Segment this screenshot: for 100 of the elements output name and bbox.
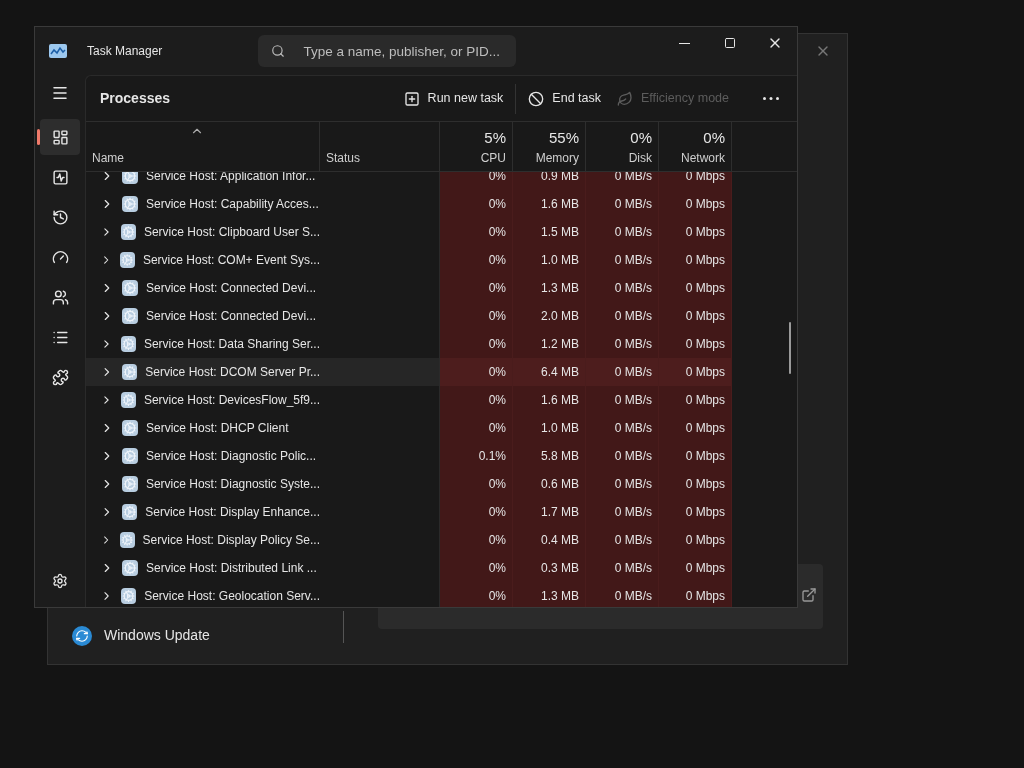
window-title: Task Manager	[87, 43, 163, 60]
process-row[interactable]: Service Host: Distributed Link ... 0% 0.3 MB 0 MB/s 0 Mbps	[86, 554, 732, 582]
gauge-icon	[51, 248, 69, 266]
table-cell: 0 MB/s	[586, 246, 659, 274]
process-row[interactable]: Service Host: DevicesFlow_5f9... 0% 1.6 MB 0 MB/s 0 Mbps	[86, 386, 732, 414]
table-cell: 0 MB/s	[586, 358, 659, 386]
ban-icon	[528, 90, 545, 107]
gear-icon	[122, 280, 138, 296]
external-link-icon[interactable]	[801, 587, 817, 603]
table-cell: 1.2 MB	[513, 330, 586, 358]
gear-icon	[121, 588, 137, 604]
process-name: Service Host: Data Sharing Ser...	[143, 336, 320, 353]
table-cell: 0 Mbps	[659, 470, 732, 498]
table-cell: 0 Mbps	[659, 172, 732, 190]
table-cell: 0 Mbps	[659, 498, 732, 526]
process-row[interactable]: Service Host: Capability Acces... 0% 1.6 MB 0 MB/s 0 Mbps	[86, 190, 732, 218]
process-name: Service Host: Capability Acces...	[146, 196, 319, 213]
table-cell: 1.0 MB	[513, 246, 586, 274]
table-cell: 2.0 MB	[513, 302, 586, 330]
process-row[interactable]: Service Host: Application Infor... 0% 0.9 MB 0 MB/s 0 Mbps	[86, 172, 732, 190]
process-row[interactable]: Service Host: Geolocation Serv... 0% 1.3 MB 0 MB/s 0 Mbps	[86, 582, 732, 607]
gear-icon	[120, 224, 136, 240]
toolbar-button[interactable]: End task	[520, 82, 609, 115]
process-row[interactable]: Service Host: Display Policy Se... 0% 0.4 MB 0 MB/s 0 Mbps	[86, 526, 732, 554]
process-row[interactable]: Service Host: COM+ Event Sys... 0% 1.0 MB 0 MB/s 0 Mbps	[86, 246, 732, 274]
column-header[interactable]: Status	[326, 149, 361, 167]
table-cell: 0 MB/s	[586, 218, 659, 246]
toolbar-button[interactable]: Run new task	[395, 82, 512, 115]
table-cell: 0%	[440, 526, 513, 554]
table-cell: 0%	[440, 554, 513, 582]
process-name: Service Host: Application Infor...	[146, 172, 316, 185]
process-name: Service Host: Connected Devi...	[146, 308, 317, 325]
table-cell: 1.3 MB	[513, 274, 586, 302]
gear-icon	[122, 308, 138, 324]
nav-tab[interactable]	[40, 119, 80, 155]
leaf-icon	[617, 90, 633, 107]
gear-icon	[120, 336, 136, 352]
process-row[interactable]: Service Host: Diagnostic Syste... 0% 0.6 MB 0 MB/s 0 Mbps	[86, 470, 732, 498]
table-cell: 1.7 MB	[513, 498, 586, 526]
table-cell: 0 Mbps	[659, 414, 732, 442]
table-cell: 0.4 MB	[513, 526, 586, 554]
column-header[interactable]: CPU	[480, 149, 506, 167]
column-header[interactable]: Network	[681, 149, 725, 167]
table-cell: 0 MB/s	[586, 414, 659, 442]
process-row[interactable]: Service Host: DHCP Client 0% 1.0 MB 0 MB/s 0 Mbps	[86, 414, 732, 442]
menu-icon	[51, 84, 69, 102]
plus-square-icon	[403, 90, 420, 107]
nav-label: Windows Update	[104, 626, 210, 645]
table-cell: 0 Mbps	[659, 582, 732, 607]
gear-icon	[122, 448, 138, 464]
table-cell: 0%	[440, 330, 513, 358]
table-cell: 1.0 MB	[513, 414, 586, 442]
column-percent: 0%	[703, 127, 725, 148]
table-cell: 0 Mbps	[659, 526, 732, 554]
settings-icon	[52, 573, 68, 589]
table-cell: 0%	[440, 386, 513, 414]
process-row[interactable]: Service Host: Connected Devi... 0% 2.0 MB 0 MB/s 0 Mbps	[86, 302, 732, 330]
table-cell: 1.6 MB	[513, 386, 586, 414]
table-cell: 0.6 MB	[513, 470, 586, 498]
process-name: Service Host: COM+ Event Sys...	[142, 252, 320, 269]
search-field[interactable]: Type a name, publisher, or PID...	[258, 35, 517, 67]
table-cell: 0 Mbps	[659, 274, 732, 302]
table-cell: 0 Mbps	[659, 358, 732, 386]
nav-item[interactable]: Windows Update	[72, 625, 210, 646]
process-row[interactable]: Service Host: Clipboard User S... 0% 1.5 MB 0 MB/s 0 Mbps	[86, 218, 732, 246]
table-cell: 0 MB/s	[586, 386, 659, 414]
table-cell: 0%	[440, 414, 513, 442]
table-cell: 0 MB/s	[586, 526, 659, 554]
gear-icon	[121, 504, 138, 520]
table-cell: 0%	[440, 246, 513, 274]
process-name: Service Host: Diagnostic Syste...	[145, 476, 320, 493]
table-cell: 0%	[440, 302, 513, 330]
table-cell: 0%	[440, 358, 513, 386]
table-cell: 0 Mbps	[659, 218, 732, 246]
process-row[interactable]: Service Host: Connected Devi... 0% 1.3 MB 0 MB/s 0 Mbps	[86, 274, 732, 302]
column-header[interactable]: Name	[92, 149, 124, 167]
table-cell: 5.8 MB	[513, 442, 586, 470]
process-row[interactable]: Service Host: Data Sharing Ser... 0% 1.2 MB 0 MB/s 0 Mbps	[86, 330, 732, 358]
column-header[interactable]: Disk	[628, 149, 652, 167]
gear-icon	[122, 560, 138, 576]
process-row[interactable]: Service Host: Diagnostic Polic... 0.1% 5.8 MB 0 MB/s 0 Mbps	[86, 442, 732, 470]
process-name: Service Host: DevicesFlow_5f9...	[143, 392, 320, 409]
table-cell: 0%	[440, 190, 513, 218]
table-cell: 0 MB/s	[586, 172, 659, 190]
table-cell: 0 Mbps	[659, 246, 732, 274]
table-cell: 0 Mbps	[659, 190, 732, 218]
minimize-icon	[679, 42, 690, 44]
process-name: Service Host: Display Enhance...	[145, 504, 320, 521]
process-row[interactable]: Service Host: Display Enhance... 0% 1.7 MB 0 MB/s 0 Mbps	[86, 498, 732, 526]
table-cell: 0 Mbps	[659, 330, 732, 358]
gear-icon	[120, 532, 135, 548]
table-cell: 0 MB/s	[586, 302, 659, 330]
table-cell: 0.3 MB	[513, 554, 586, 582]
processes-icon	[51, 128, 69, 146]
column-header[interactable]: Memory	[535, 149, 579, 167]
table-cell: 1.5 MB	[513, 218, 586, 246]
gear-icon	[121, 476, 138, 492]
scrollbar-thumb[interactable]	[789, 322, 791, 374]
process-row[interactable]: Service Host: DCOM Server Pr... 0% 6.4 MB 0 MB/s 0 Mbps	[86, 358, 732, 386]
history-icon	[51, 208, 69, 226]
